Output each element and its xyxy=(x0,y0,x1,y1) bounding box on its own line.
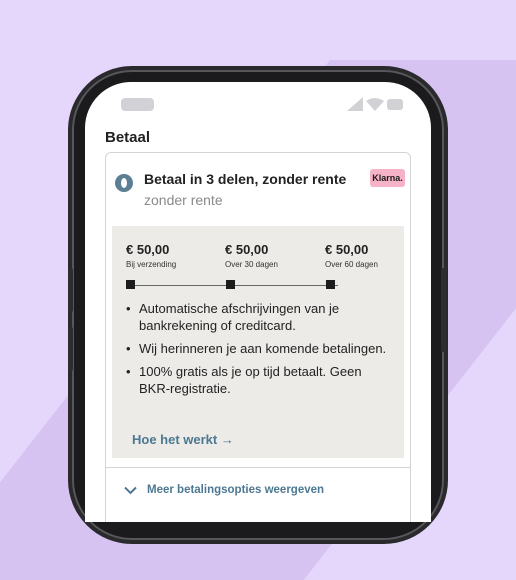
installment-panel: € 50,00 Bij verzending € 50,00 Over 30 d… xyxy=(112,226,404,458)
phone-side-button xyxy=(68,327,73,371)
list-item: Automatische afschrijvingen van je bankr… xyxy=(126,300,391,334)
section-title: Betaal xyxy=(105,129,151,146)
installment-3: € 50,00 Over 60 dagen xyxy=(325,242,378,269)
installment-amount: € 50,00 xyxy=(126,242,170,257)
battery-icon xyxy=(387,98,403,110)
timeline-dot xyxy=(226,280,235,289)
divider xyxy=(106,467,410,468)
more-options-label: Meer betalingsopties weergeven xyxy=(147,484,325,496)
list-item: 100% gratis als je op tijd betaalt. Geen… xyxy=(126,363,391,397)
phone-screen: Betaal Betaal in 3 delen, zonder rente z… xyxy=(85,82,431,522)
radio-selected-icon[interactable] xyxy=(115,174,133,192)
installment-label: Bij verzending xyxy=(126,260,177,269)
status-bar-icons xyxy=(347,97,403,111)
installment-1: € 50,00 Bij verzending xyxy=(126,242,176,269)
timeline-dot xyxy=(326,280,335,289)
klarna-badge: Klarna. xyxy=(370,169,405,187)
timeline-dot xyxy=(126,280,135,289)
chevron-down-icon xyxy=(124,486,137,494)
signal-icon xyxy=(347,97,363,111)
wifi-icon xyxy=(366,97,384,111)
payment-option-card[interactable]: Betaal in 3 delen, zonder rente zonder r… xyxy=(105,152,411,522)
benefits-list: Automatische afschrijvingen van je bankr… xyxy=(126,300,391,403)
option-title: Betaal in 3 delen, zonder rente xyxy=(144,171,347,187)
more-options-button[interactable]: Meer betalingsopties weergeven xyxy=(124,484,324,496)
phone-side-button xyxy=(68,268,73,312)
status-bar-pill xyxy=(121,98,154,111)
installment-amount: € 50,00 xyxy=(225,242,269,257)
option-subtitle: zonder rente xyxy=(144,192,223,208)
phone-power-button xyxy=(441,268,446,352)
installment-label: Over 60 dagen xyxy=(325,260,378,269)
installment-2: € 50,00 Over 30 dagen xyxy=(225,242,278,269)
how-it-works-link[interactable]: Hoe het werkt → xyxy=(132,432,234,447)
installment-amount: € 50,00 xyxy=(325,242,369,257)
list-item: Wij herinneren je aan komende betalingen… xyxy=(126,340,391,357)
installment-label: Over 30 dagen xyxy=(225,260,278,269)
